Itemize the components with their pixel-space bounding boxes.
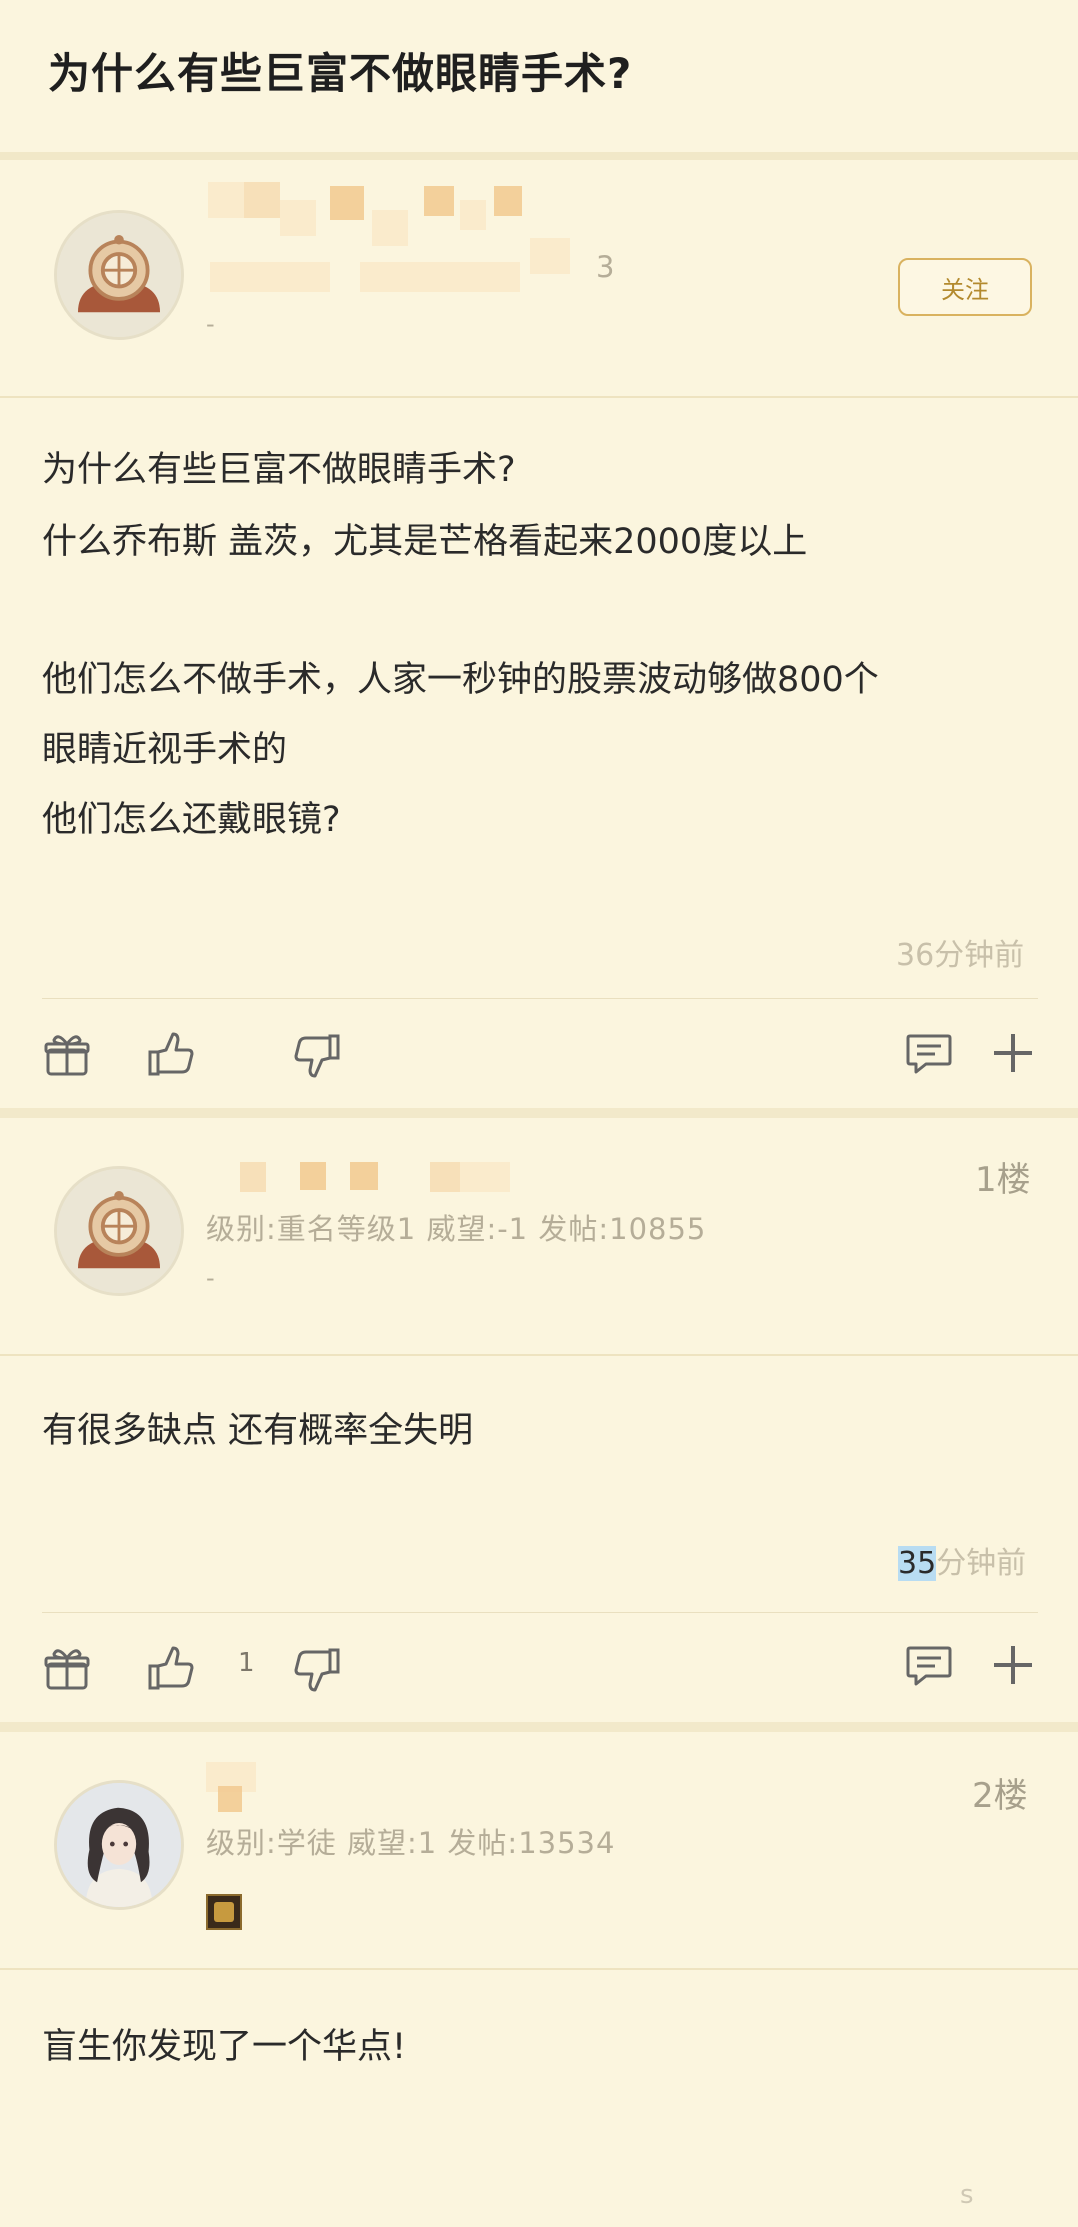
thread-page: 为什么有些巨富不做眼睛手术? 3 - 关注 为什么有些巨富不做眼睛手术? 什么乔… [0, 0, 1078, 2227]
reply-header-divider [0, 1354, 1078, 1356]
user-badge-icon [206, 1894, 242, 1930]
thumbs-down-icon[interactable] [292, 1644, 342, 1694]
reply-time-highlight: 35 [898, 1546, 937, 1581]
thumbs-up-icon[interactable] [146, 1030, 196, 1080]
plus-icon[interactable] [988, 1028, 1038, 1078]
user-meta-dash: - [206, 310, 215, 338]
user-meta-dash: - [206, 1264, 215, 1292]
comment-icon[interactable] [904, 1640, 954, 1690]
reply-body: 有很多缺点 还有概率全失明 [42, 1411, 474, 1451]
diving-helmet-avatar-icon [57, 1169, 181, 1293]
post-body-line: 什么乔布斯 盖茨，尤其是芒格看起来2000度以上 [42, 522, 808, 562]
plus-icon[interactable] [988, 1640, 1038, 1690]
post-body-line: 他们怎么还戴眼镜? [42, 800, 341, 840]
like-count: 1 [238, 1648, 255, 1678]
avatar[interactable] [54, 1166, 184, 1296]
gift-icon[interactable] [42, 1030, 92, 1080]
post-time: 36分钟前 [896, 938, 1025, 973]
thumbs-up-icon[interactable] [146, 1644, 196, 1694]
action-bar-divider [42, 1612, 1038, 1613]
watermark: s [960, 2180, 974, 2210]
title-divider [0, 152, 1078, 160]
post-header-divider [0, 396, 1078, 398]
action-bar-divider [42, 998, 1038, 999]
post-separator-band [0, 1108, 1078, 1118]
follow-button[interactable]: 关注 [898, 258, 1032, 316]
reply-header-divider [0, 1968, 1078, 1970]
post-body-line: 眼睛近视手术的 [42, 730, 288, 770]
post-body-line: 为什么有些巨富不做眼睛手术? [42, 450, 516, 490]
thread-title: 为什么有些巨富不做眼睛手术? [48, 49, 633, 98]
post-body-line: 他们怎么不做手术，人家一秒钟的股票波动够做800个 [42, 660, 879, 700]
floor-number: 1楼 [975, 1160, 1031, 1200]
avatar[interactable] [54, 1780, 184, 1910]
avatar[interactable] [54, 210, 184, 340]
thumbs-down-icon[interactable] [292, 1030, 342, 1080]
reply-body: 盲生你发现了一个华点! [42, 2027, 407, 2067]
user-meta-suffix: 3 [596, 250, 616, 284]
post-separator-band [0, 1722, 1078, 1732]
diving-helmet-avatar-icon [57, 213, 181, 337]
user-meta: 级别:学徒 威望:1 发帖:13534 [206, 1826, 616, 1860]
gift-icon[interactable] [42, 1644, 92, 1694]
reply-time: 35分钟前 [898, 1538, 1026, 1582]
anime-girl-avatar-icon [57, 1783, 181, 1907]
floor-number: 2楼 [972, 1776, 1028, 1816]
user-meta: 级别:重名等级1 威望:-1 发帖:10855 [206, 1212, 707, 1246]
reply-time-rest: 分钟前 [936, 1546, 1027, 1581]
comment-icon[interactable] [904, 1028, 954, 1078]
